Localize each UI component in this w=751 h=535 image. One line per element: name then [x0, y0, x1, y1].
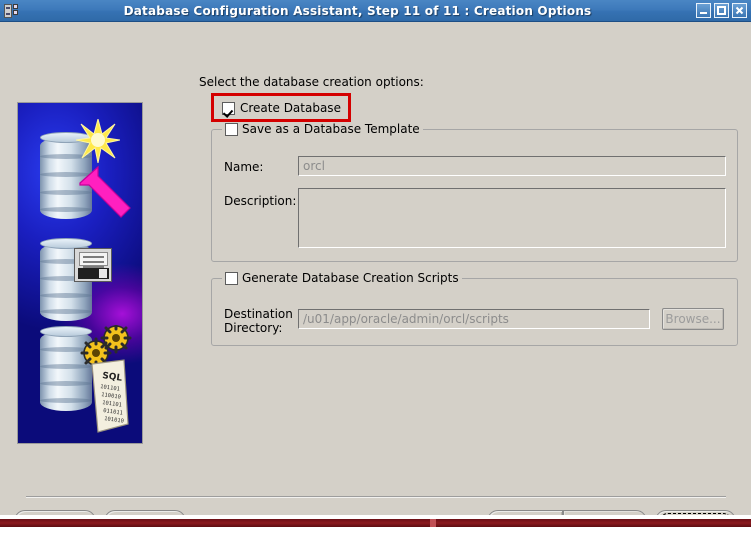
close-icon[interactable]: [732, 3, 747, 18]
browse-button[interactable]: Browse...: [662, 308, 724, 330]
bottom-bar-stripe: [0, 519, 751, 527]
sql-scroll-icon: SQL 101101 110010 101101 011011 101010: [84, 358, 132, 434]
save-as-template-group: Save as a Database Template Name: orcl D…: [211, 129, 738, 262]
dbca-window: Database Configuration Assistant, Step 1…: [0, 0, 751, 535]
window-body: SQL 101101 110010 101101 011011 101010 S…: [0, 22, 751, 515]
pink-arrow-icon: [78, 165, 134, 221]
template-name-input[interactable]: orcl: [298, 156, 726, 176]
content-pane: SQL 101101 110010 101101 011011 101010 S…: [3, 24, 748, 472]
create-database-label: Create Database: [240, 101, 341, 115]
save-as-template-checkbox[interactable]: [225, 123, 238, 136]
save-as-template-label: Save as a Database Template: [242, 122, 420, 136]
create-database-checkbox[interactable]: [222, 102, 235, 115]
oracle-database-graphic: SQL 101101 110010 101101 011011 101010: [17, 102, 143, 444]
template-description-label: Description:: [224, 194, 296, 208]
destination-directory-input[interactable]: /u01/app/oracle/admin/orcl/scripts: [298, 309, 650, 329]
window-title: Database Configuration Assistant, Step 1…: [21, 4, 696, 18]
desktop-bottom-bar: [0, 515, 751, 535]
app-film-icon: [3, 2, 21, 20]
page-instruction-label: Select the database creation options:: [199, 75, 424, 89]
window-titlebar[interactable]: Database Configuration Assistant, Step 1…: [0, 0, 751, 22]
window-controls: [696, 3, 747, 18]
template-description-input[interactable]: [298, 188, 726, 248]
minimize-icon[interactable]: [696, 3, 711, 18]
footer-divider: [26, 496, 726, 498]
sparkle-star-icon: [76, 119, 120, 163]
create-database-checkbox-row[interactable]: Create Database: [222, 101, 341, 115]
maximize-icon[interactable]: [714, 3, 729, 18]
generate-scripts-label: Generate Database Creation Scripts: [242, 271, 459, 285]
save-as-template-title-row[interactable]: Save as a Database Template: [222, 122, 423, 136]
generate-scripts-group: Generate Database Creation Scripts Desti…: [211, 278, 738, 346]
destination-directory-label-line1: Destination: [224, 307, 293, 321]
generate-scripts-title-row[interactable]: Generate Database Creation Scripts: [222, 271, 462, 285]
destination-directory-label-line2: Directory:: [224, 321, 282, 335]
template-name-label: Name:: [224, 160, 263, 174]
generate-scripts-checkbox[interactable]: [225, 272, 238, 285]
floppy-disk-icon: [74, 248, 112, 282]
